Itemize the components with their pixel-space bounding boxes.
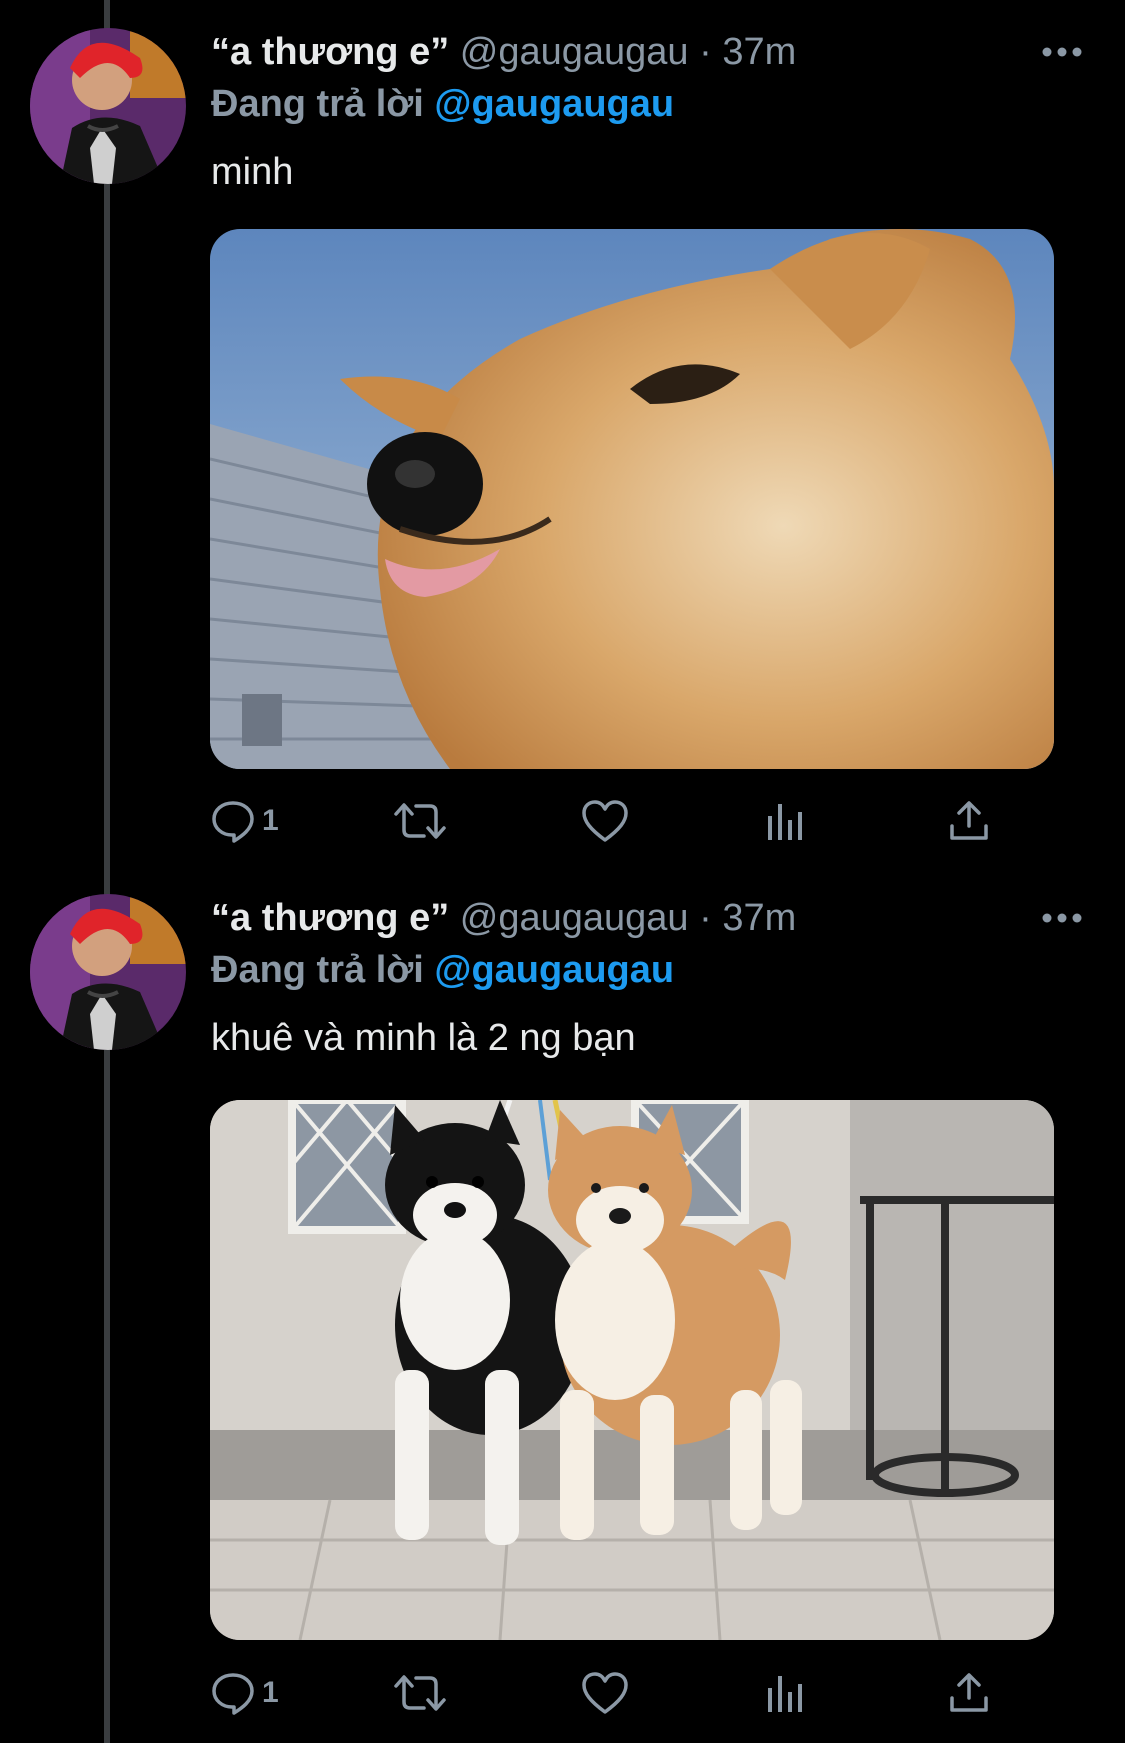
like-button[interactable] <box>580 796 636 846</box>
separator: · <box>699 897 712 939</box>
tweet-image[interactable] <box>210 1100 1054 1640</box>
views-bar-icon <box>768 1676 802 1712</box>
retweet-icon <box>394 803 446 839</box>
tweet-actions: 1 <box>210 796 1000 846</box>
views-button[interactable] <box>764 796 808 846</box>
tweet-text: minh <box>211 151 294 193</box>
retweet-button[interactable] <box>392 796 454 846</box>
username-handle[interactable]: @gaugaugau <box>460 897 689 939</box>
replying-to-label: Đang trả lời <box>211 83 424 125</box>
reply-button[interactable]: 1 <box>210 1668 279 1718</box>
replying-to: Đang trả lời @gaugaugau <box>211 946 674 994</box>
reply-button[interactable]: 1 <box>210 796 279 846</box>
display-name[interactable]: “a thương e” <box>211 31 449 73</box>
more-horizontal-icon[interactable] <box>1040 42 1084 62</box>
share-button[interactable] <box>946 796 992 846</box>
share-upload-icon <box>950 801 988 840</box>
tweet-actions: 1 <box>210 1668 1000 1718</box>
replying-to-mention[interactable]: @gaugaugau <box>434 83 674 125</box>
username-handle[interactable]: @gaugaugau <box>460 31 689 73</box>
heart-icon <box>582 1672 628 1714</box>
display-name[interactable]: “a thương e” <box>211 897 449 939</box>
views-button[interactable] <box>764 1668 808 1718</box>
reply-count: 1 <box>262 1676 279 1709</box>
thread-connector-line <box>104 0 110 1743</box>
avatar[interactable] <box>30 894 186 1050</box>
replying-to: Đang trả lời @gaugaugau <box>211 80 674 128</box>
like-button[interactable] <box>580 1668 636 1718</box>
separator: · <box>699 31 712 73</box>
reply-bubble-icon <box>212 1673 254 1715</box>
tweet-text: khuê và minh là 2 ng bạn <box>211 1017 636 1059</box>
share-button[interactable] <box>946 1668 992 1718</box>
tweet-header: “a thương e” @gaugaugau · 37m <box>211 28 796 76</box>
retweet-icon <box>394 1675 446 1711</box>
retweet-button[interactable] <box>392 1668 454 1718</box>
share-upload-icon <box>950 1673 988 1712</box>
replying-to-mention[interactable]: @gaugaugau <box>434 949 674 991</box>
tweet-header: “a thương e” @gaugaugau · 37m <box>211 894 796 942</box>
avatar[interactable] <box>30 28 186 184</box>
reply-count: 1 <box>262 804 279 837</box>
replying-to-label: Đang trả lời <box>211 949 424 991</box>
more-horizontal-icon[interactable] <box>1040 908 1084 928</box>
reply-bubble-icon <box>212 801 254 843</box>
heart-icon <box>582 800 628 842</box>
timestamp[interactable]: 37m <box>722 31 796 73</box>
views-bar-icon <box>768 804 802 840</box>
timestamp[interactable]: 37m <box>722 897 796 939</box>
tweet-image[interactable] <box>210 229 1054 769</box>
